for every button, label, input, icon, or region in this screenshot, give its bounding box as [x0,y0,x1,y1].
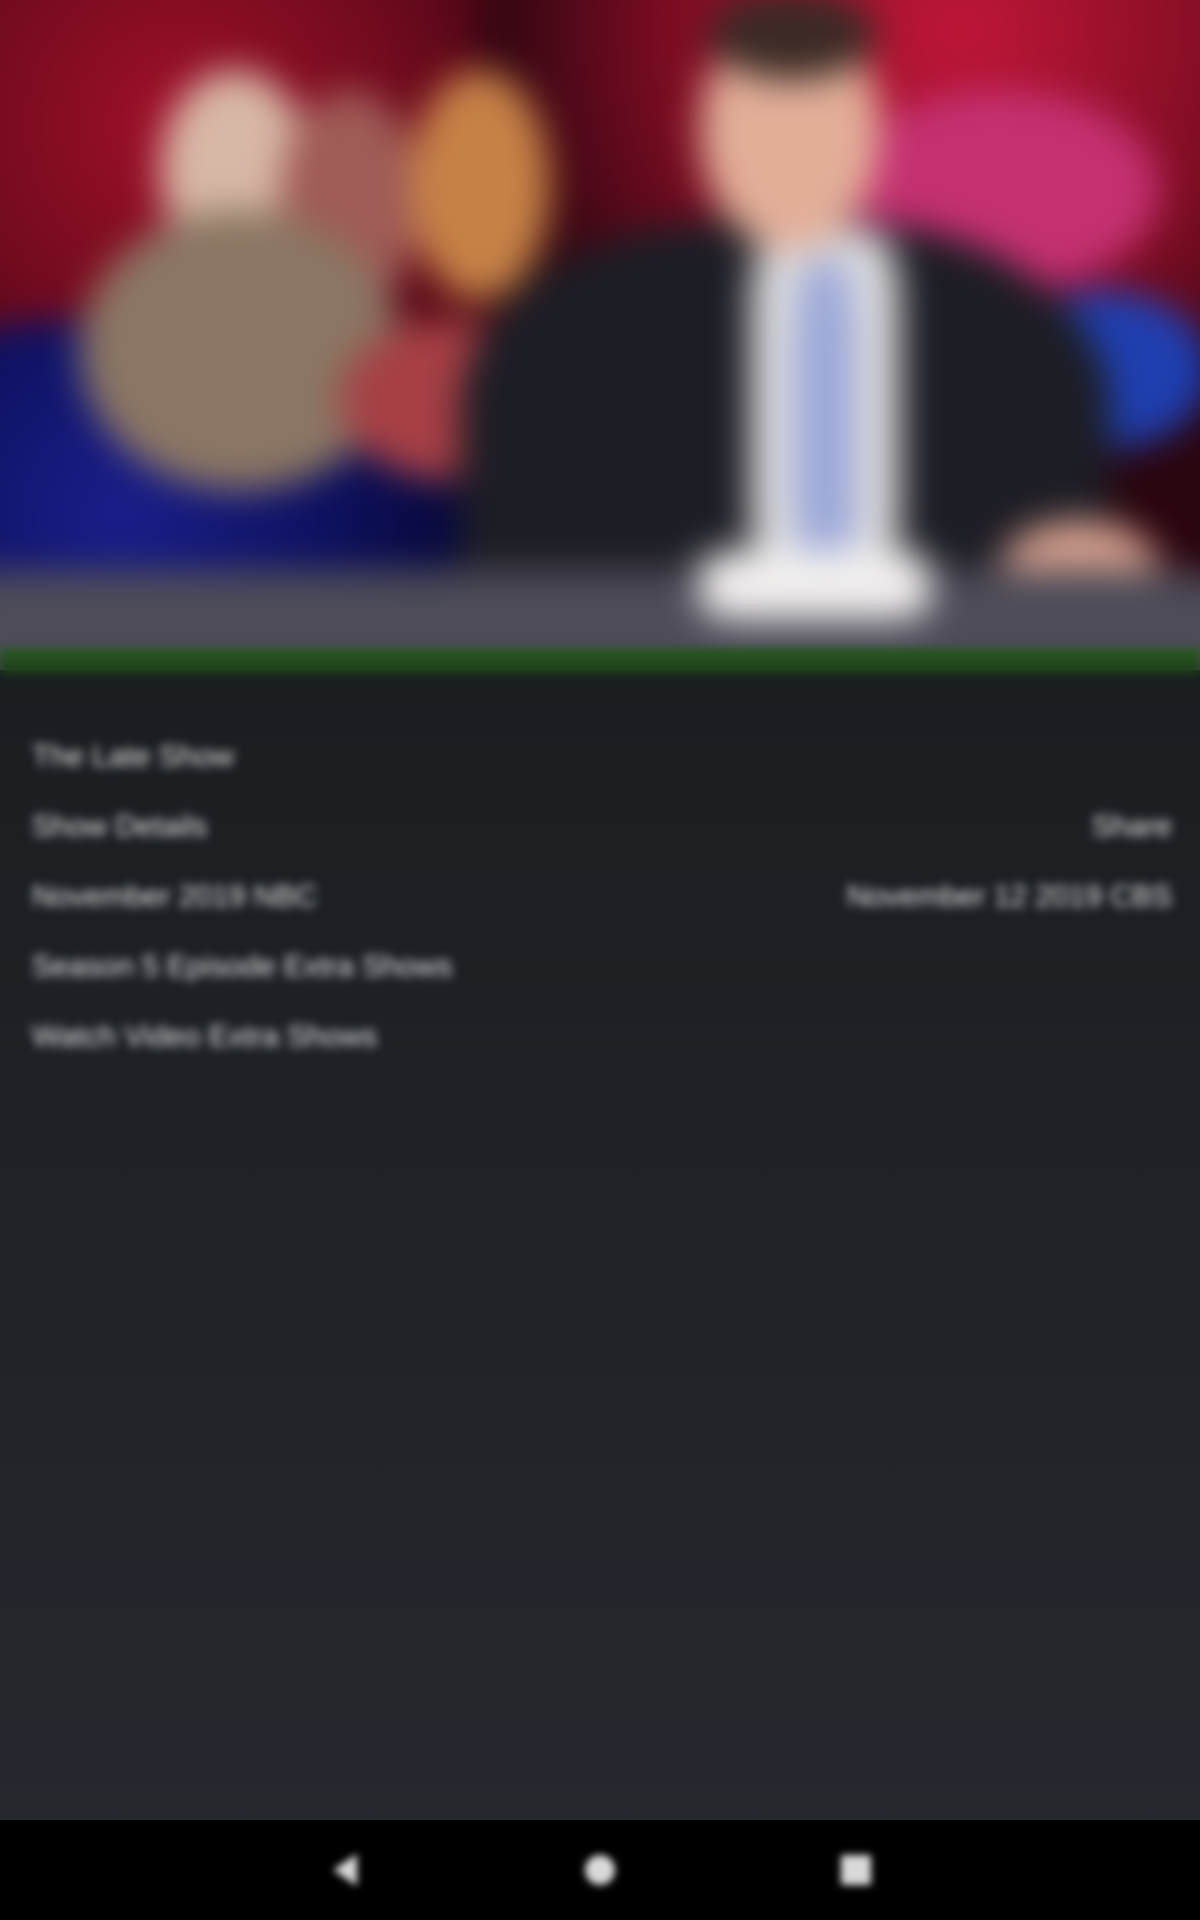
info-row-label: Season 5 Episode Extra Shows [32,950,453,983]
info-row-season[interactable]: Season 5 Episode Extra Shows [32,942,1172,992]
info-row-watch[interactable]: Watch Video Extra Shows [32,1012,1172,1062]
thumbnail-region [80,210,400,490]
home-icon[interactable] [578,1848,622,1892]
screen: The Late Show Show Details Share Novembe… [0,0,1200,1920]
info-row-label: The Late Show [32,740,234,773]
info-row-label: Show Details [32,810,208,843]
thumbnail-region [700,550,930,620]
info-row-label: November 2019 NBC [32,880,318,913]
back-icon[interactable] [325,1848,369,1892]
info-row-title[interactable]: The Late Show [32,732,1172,782]
info-row-value: November 12 2019 CBS [846,880,1172,913]
recent-apps-icon[interactable] [834,1848,878,1892]
thumbnail-region [795,260,855,580]
info-row-date[interactable]: November 2019 NBC November 12 2019 CBS [32,872,1172,922]
info-row-value[interactable]: Share [1092,810,1172,844]
thumbnail-image [0,0,1200,670]
thumbnail-region [410,70,550,300]
navigation-bar [0,1820,1200,1920]
info-row-label: Watch Video Extra Shows [32,1020,378,1053]
info-row-details[interactable]: Show Details Share [32,802,1172,852]
video-thumbnail[interactable] [0,0,1200,670]
progress-strip [0,648,1200,674]
